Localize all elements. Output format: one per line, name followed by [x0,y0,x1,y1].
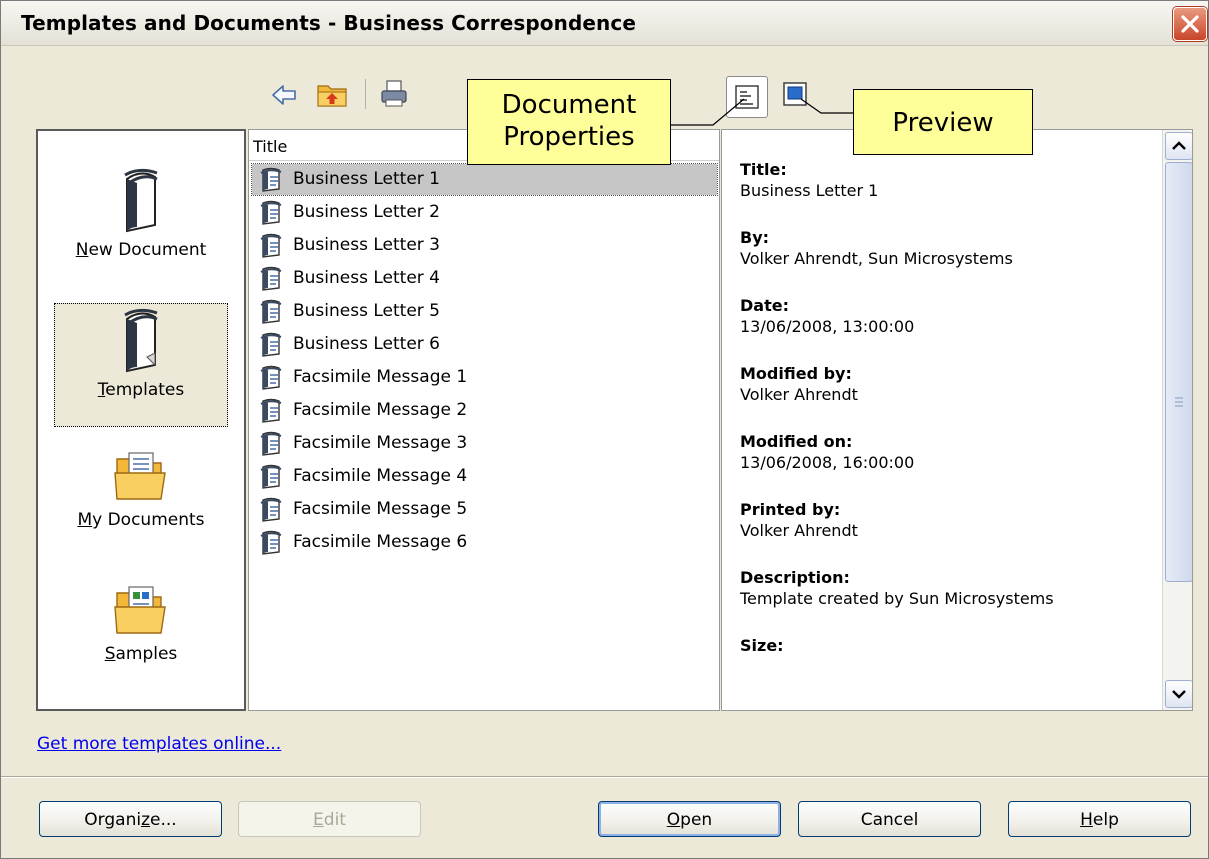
template-list[interactable]: Title Business Letter 1 Business Letter 2… [248,129,720,711]
template-file-icon [260,332,282,357]
close-button[interactable] [1173,7,1207,41]
template-list-item[interactable]: Business Letter 5 [252,296,717,327]
property-key: Date: [740,296,789,315]
template-list-item[interactable]: Business Letter 1 [251,163,718,196]
back-button[interactable] [269,81,299,114]
property-value: Volker Ahrendt [740,521,858,540]
template-file-icon [260,365,282,390]
document-properties-toggle[interactable] [726,76,768,118]
samples-folder-icon [114,586,166,634]
get-more-templates-link[interactable]: Get more templates online... [37,734,281,754]
scroll-down-button[interactable] [1165,680,1192,708]
template-file-icon [260,233,282,258]
print-button[interactable] [378,78,410,115]
template-list-item[interactable]: Facsimile Message 4 [252,461,717,492]
property-value: Template created by Sun Microsystems [740,589,1054,608]
preview-icon [783,82,807,106]
preview-toggle[interactable] [782,81,810,114]
open-button[interactable]: Open [598,801,781,837]
category-new-document[interactable]: New Document [38,165,244,260]
template-file-icon [260,167,282,192]
template-file-icon [260,464,282,489]
new-document-icon [124,168,158,233]
organize-button[interactable]: Organize... [39,801,222,837]
property-field: Description: Template created by Sun Micr… [740,568,1054,608]
template-list-item[interactable]: Facsimile Message 3 [252,428,717,459]
printer-icon [381,80,407,107]
scroll-up-button[interactable] [1165,132,1192,160]
toolbar-separator [365,79,366,109]
folder-up-icon [317,85,347,107]
template-list-item[interactable]: Business Letter 3 [252,230,717,261]
my-documents-folder-icon [114,452,166,500]
template-file-icon [260,497,282,522]
property-field: Title: Business Letter 1 [740,160,878,200]
help-button[interactable]: Help [1008,801,1191,837]
up-one-level-button[interactable] [316,79,350,114]
templates-dialog: Templates and Documents - Business Corre… [0,0,1209,859]
close-icon [1181,15,1199,33]
template-list-item[interactable]: Facsimile Message 2 [252,395,717,426]
property-key: Title: [740,160,787,179]
property-value: Volker Ahrendt [740,385,858,404]
property-value: 13/06/2008, 16:00:00 [740,453,915,472]
property-field: By: Volker Ahrendt, Sun Microsystems [740,228,1013,268]
document-properties-pane: Title: Business Letter 1 By: Volker Ahrendt… [721,129,1193,711]
title-bar: Templates and Documents - Business Corre… [1,1,1208,46]
property-field: Modified on: 13/06/2008, 16:00:00 [740,432,914,472]
preview-callout: Preview [853,89,1033,155]
property-key: Size: [740,636,784,655]
property-value: 13/06/2008, 13:00:00 [740,317,915,336]
template-file-icon [260,431,282,456]
property-value: Business Letter 1 [740,181,879,200]
divider-highlight [1,777,1208,778]
chevron-up-icon [1172,141,1186,150]
template-file-icon [260,398,282,423]
property-key: Modified by: [740,364,852,383]
category-templates[interactable]: Templates [38,305,244,400]
cancel-button[interactable]: Cancel [798,801,981,837]
property-field: Size: [740,636,784,657]
property-key: By: [740,228,770,247]
window-title: Templates and Documents - Business Corre… [21,11,636,35]
template-list-item[interactable]: Business Letter 6 [252,329,717,360]
chevron-down-icon [1172,690,1186,699]
edit-button[interactable]: Edit [238,801,421,837]
grip-icon [1175,397,1183,407]
category-samples[interactable]: Samples [38,583,244,664]
property-key: Description: [740,568,850,587]
back-arrow-icon [272,85,296,105]
template-file-icon [260,200,282,225]
property-field: Printed by: Volker Ahrendt [740,500,858,540]
template-file-icon [260,299,282,324]
property-key: Modified on: [740,432,853,451]
category-my-documents[interactable]: My Documents [38,449,244,530]
template-list-item[interactable]: Business Letter 2 [252,197,717,228]
property-field: Date: 13/06/2008, 13:00:00 [740,296,914,336]
property-key: Printed by: [740,500,841,519]
document-properties-icon [735,85,759,109]
scroll-thumb[interactable] [1165,162,1192,582]
category-pane: New Document Templates My Documents Samp… [36,129,246,711]
template-file-icon [260,266,282,291]
template-list-item[interactable]: Facsimile Message 6 [252,527,717,558]
property-value: Volker Ahrendt, Sun Microsystems [740,249,1013,268]
document-properties-callout: Document Properties [467,79,671,165]
property-field: Modified by: Volker Ahrendt [740,364,858,404]
templates-icon [124,308,158,373]
properties-scrollbar[interactable] [1162,130,1192,710]
template-list-item[interactable]: Business Letter 4 [252,263,717,294]
template-list-item[interactable]: Facsimile Message 5 [252,494,717,525]
template-list-item[interactable]: Facsimile Message 1 [252,362,717,393]
template-file-icon [260,530,282,555]
